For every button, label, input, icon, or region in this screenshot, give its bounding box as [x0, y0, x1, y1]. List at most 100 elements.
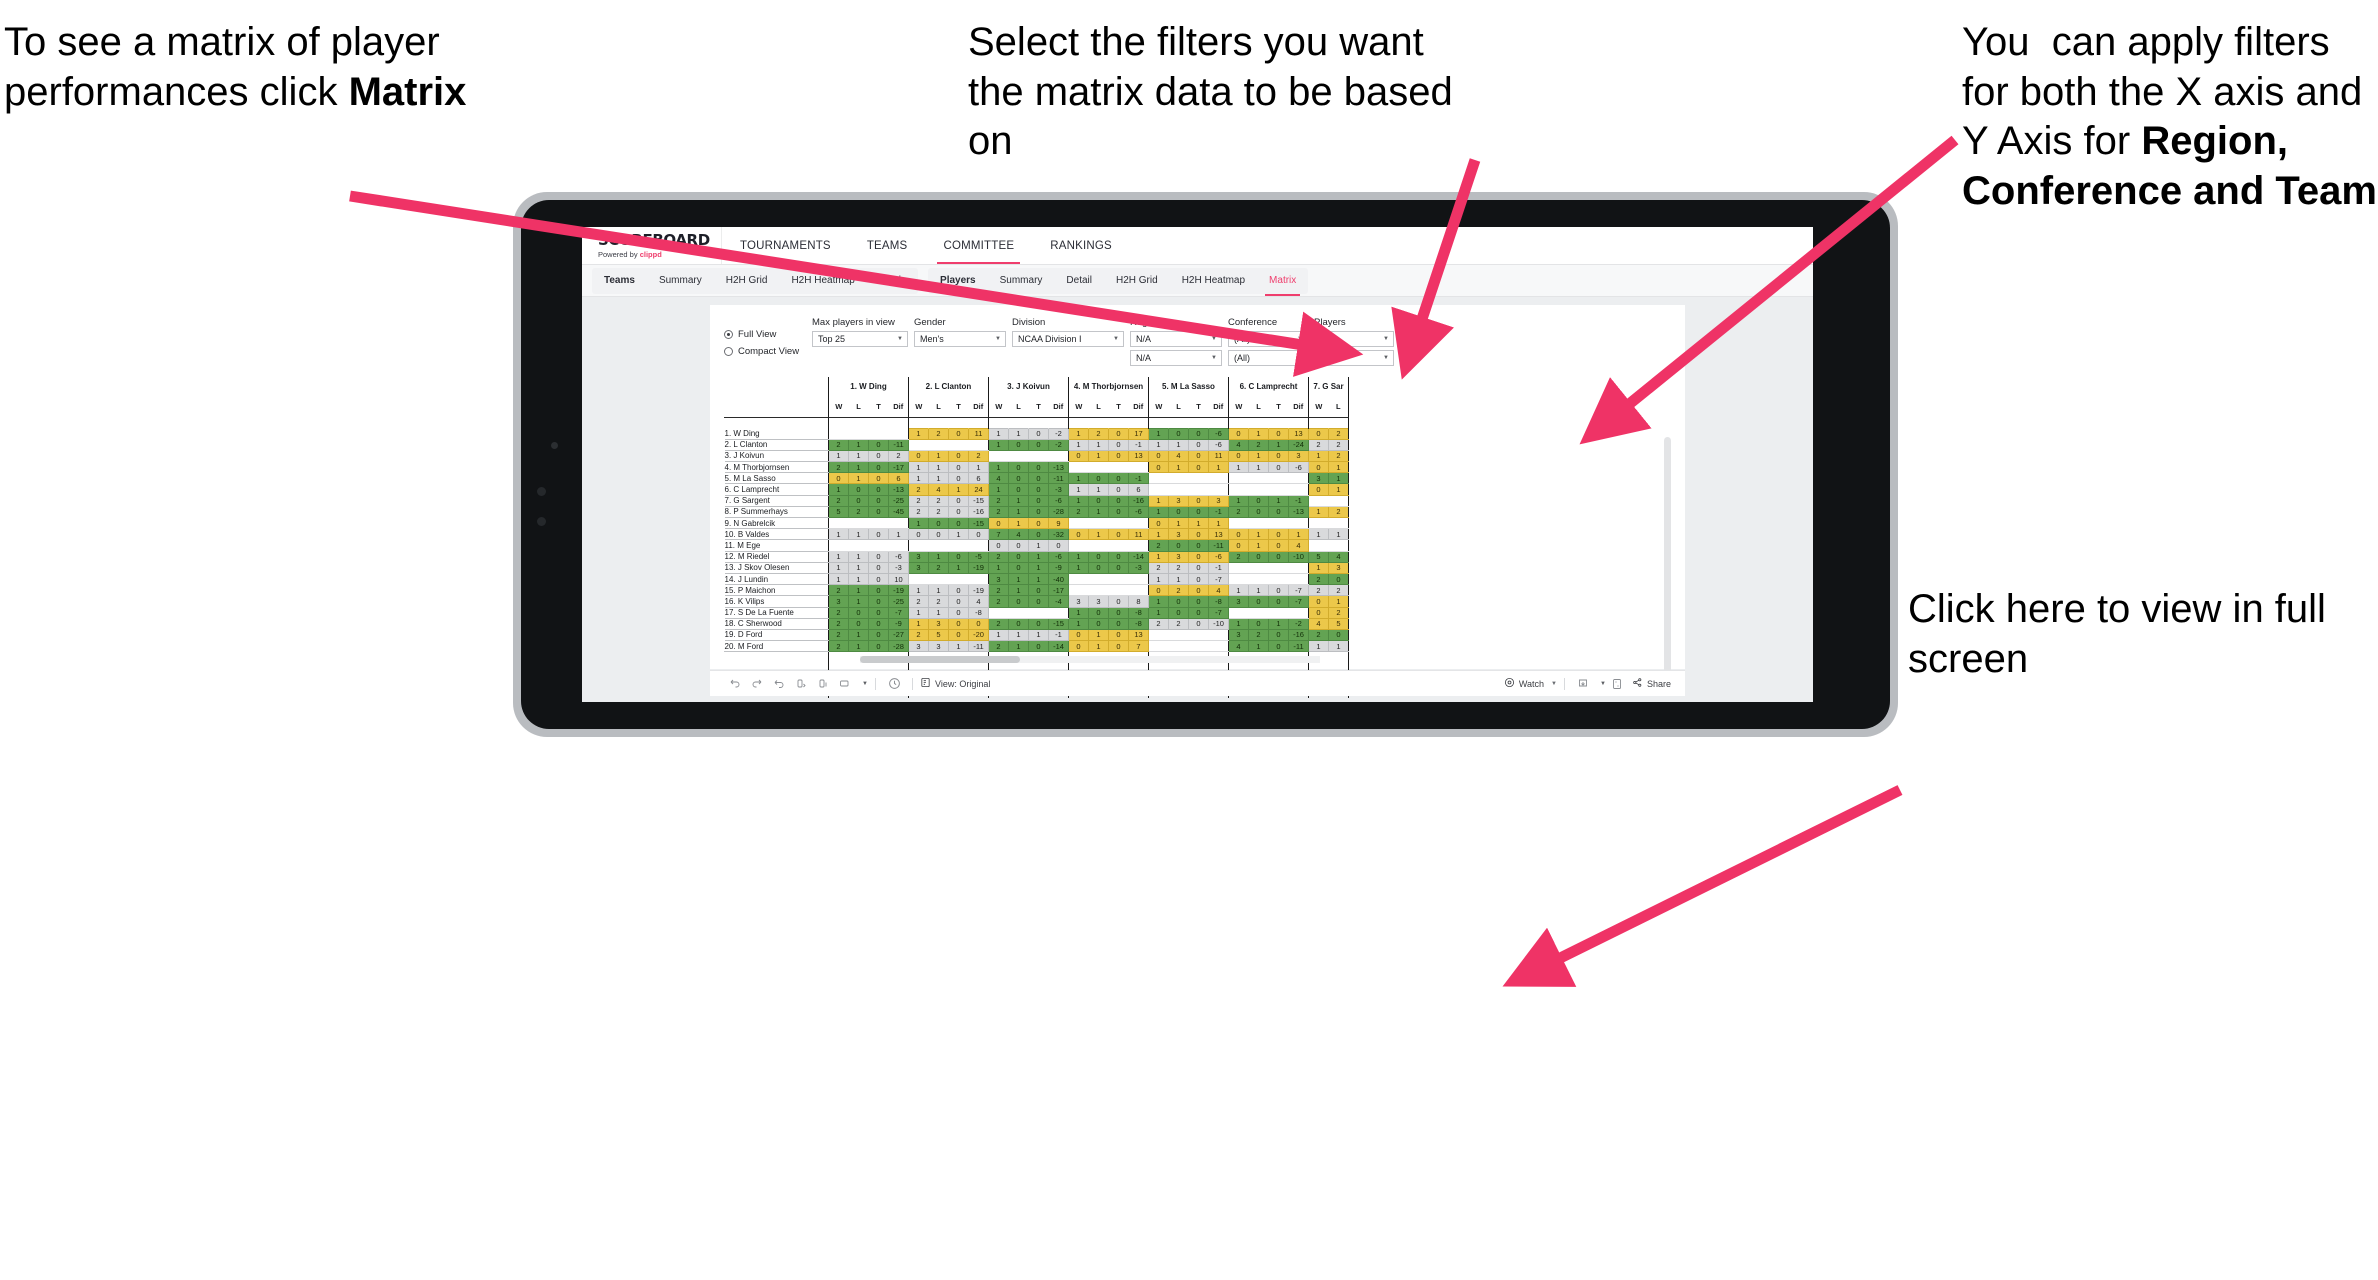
matrix-cell[interactable]: 2: [1328, 427, 1349, 440]
matrix-cell[interactable]: 2: [828, 461, 849, 474]
topnav-item-teams[interactable]: TEAMS: [849, 227, 926, 264]
matrix-cell[interactable]: -17: [888, 461, 909, 474]
matrix-cell[interactable]: 0: [1028, 584, 1049, 597]
matrix-cell[interactable]: -13: [1048, 461, 1069, 474]
matrix-cell[interactable]: 2: [1328, 584, 1349, 597]
matrix-cell[interactable]: 17: [1128, 427, 1149, 440]
matrix-row[interactable]: 6. C Lamprecht 1 0 0 -13 2 4 1 24 1 0 0 -3 1 1 0 6 0 1: [724, 483, 1349, 496]
matrix-cell[interactable]: 1: [1228, 584, 1249, 597]
matrix-cell[interactable]: [1288, 483, 1309, 496]
matrix-cell[interactable]: 0: [1188, 449, 1209, 463]
matrix-cell[interactable]: [1128, 539, 1149, 552]
matrix-cell[interactable]: 2: [1168, 561, 1189, 574]
matrix-cell[interactable]: 1: [1088, 528, 1109, 541]
matrix-cell[interactable]: 1: [848, 449, 869, 463]
matrix-cell[interactable]: 0: [1248, 550, 1269, 563]
matrix-cell[interactable]: 2: [928, 505, 949, 519]
subnav-teams-summary[interactable]: Summary: [647, 268, 714, 294]
matrix-cell[interactable]: 6: [1128, 483, 1149, 496]
matrix-cell[interactable]: 7: [988, 528, 1009, 541]
matrix-cell[interactable]: 0: [948, 461, 969, 474]
matrix-cell[interactable]: -2: [1048, 438, 1069, 451]
matrix-cell[interactable]: -7: [888, 606, 909, 619]
matrix-cell[interactable]: 0: [1088, 494, 1109, 507]
matrix-cell[interactable]: -8: [968, 606, 989, 619]
matrix-cell[interactable]: 2: [908, 505, 929, 519]
matrix-cell[interactable]: 1: [848, 461, 869, 474]
matrix-cell[interactable]: 0: [848, 494, 869, 507]
matrix-cell[interactable]: 0: [948, 628, 969, 642]
matrix-cell[interactable]: 9: [1048, 516, 1069, 530]
matrix-cell[interactable]: 0: [1188, 539, 1209, 552]
matrix-cell[interactable]: 0: [868, 561, 889, 574]
subnav-teams-matrix[interactable]: Matrix: [867, 268, 918, 294]
matrix-cell[interactable]: 0: [1028, 595, 1049, 608]
matrix-cell[interactable]: 0: [1108, 528, 1129, 541]
matrix-cell[interactable]: [1108, 461, 1129, 474]
matrix-cell[interactable]: 1: [848, 595, 869, 608]
matrix-cell[interactable]: 0: [1268, 427, 1289, 440]
matrix-cell[interactable]: -2: [1048, 427, 1069, 440]
matrix-cell[interactable]: 10: [888, 572, 909, 586]
matrix-cell[interactable]: -15: [1048, 617, 1069, 630]
matrix-cell[interactable]: -3: [1048, 483, 1069, 496]
matrix-cell[interactable]: 1: [1088, 483, 1109, 496]
matrix-cell[interactable]: 1: [1168, 438, 1189, 451]
matrix-cell[interactable]: [1208, 629, 1229, 642]
matrix-cell[interactable]: 1: [1328, 595, 1349, 608]
matrix-cell[interactable]: 0: [1188, 438, 1209, 451]
matrix-cell[interactable]: 0: [1248, 505, 1269, 519]
matrix-row[interactable]: 4. M Thorbjornsen 2 1 0 -17 1 1 0 1 1 0 0 -13 0 1 0 1 1 1 0…: [724, 461, 1349, 474]
matrix-cell[interactable]: 1: [928, 550, 949, 563]
matrix-cell[interactable]: 13: [1128, 628, 1149, 642]
matrix-cell[interactable]: [1328, 539, 1349, 552]
matrix-cell[interactable]: 1: [1228, 617, 1249, 630]
matrix-cell[interactable]: 2: [908, 483, 929, 496]
matrix-cell[interactable]: [1088, 461, 1109, 474]
matrix-cell[interactable]: 0: [948, 617, 969, 630]
matrix-cell[interactable]: 1: [1268, 617, 1289, 630]
matrix-cell[interactable]: -3: [888, 561, 909, 574]
matrix-cell[interactable]: 1: [1148, 427, 1169, 440]
full-screen-icon[interactable]: [1606, 673, 1628, 695]
matrix-cell[interactable]: 2: [1328, 438, 1349, 451]
matrix-cell[interactable]: 11: [1128, 528, 1149, 541]
matrix-cell[interactable]: [1168, 472, 1189, 485]
subnav-players-detail[interactable]: Detail: [1054, 268, 1104, 294]
matrix-cell[interactable]: 1: [1208, 516, 1229, 530]
app-logo[interactable]: SCOREBOARD Powered by clippd: [582, 227, 722, 264]
matrix-cell[interactable]: 1: [1248, 461, 1269, 474]
matrix-cell[interactable]: 0: [1008, 550, 1029, 563]
matrix-cell[interactable]: [1088, 573, 1109, 586]
matrix-cell[interactable]: 1: [1068, 550, 1089, 563]
matrix-cell[interactable]: [1048, 607, 1069, 619]
matrix-cell[interactable]: -15: [968, 494, 989, 507]
undo-icon[interactable]: [724, 673, 746, 695]
share-button[interactable]: Share: [1632, 677, 1671, 690]
subnav-players-h2h-heatmap[interactable]: H2H Heatmap: [1170, 268, 1257, 294]
matrix-cell[interactable]: 1: [1208, 461, 1229, 474]
matrix-cell[interactable]: [968, 539, 989, 552]
matrix-cell[interactable]: 0: [868, 640, 889, 653]
matrix-cell[interactable]: 0: [1188, 572, 1209, 586]
matrix-cell[interactable]: [1068, 517, 1089, 530]
matrix-cell[interactable]: [848, 517, 869, 530]
matrix-cell[interactable]: 0: [1228, 539, 1249, 552]
matrix-cell[interactable]: 2: [1308, 628, 1329, 642]
matrix-cell[interactable]: 0: [1188, 606, 1209, 619]
matrix-cell[interactable]: [1028, 607, 1049, 619]
matrix-cell[interactable]: 1: [1328, 472, 1349, 485]
matrix-cell[interactable]: 0: [868, 461, 889, 474]
matrix-cell[interactable]: 0: [1028, 483, 1049, 496]
matrix-cell[interactable]: [848, 428, 869, 440]
matrix-cell[interactable]: 7: [1128, 640, 1149, 653]
matrix-cell[interactable]: 3: [1088, 595, 1109, 608]
matrix-cell[interactable]: -6: [1288, 461, 1309, 474]
matrix-cell[interactable]: 4: [968, 595, 989, 608]
matrix-cell[interactable]: -28: [1048, 505, 1069, 519]
vertical-scrollbar[interactable]: [1664, 437, 1671, 691]
matrix-cell[interactable]: 0: [868, 606, 889, 619]
matrix-cell[interactable]: -6: [1208, 550, 1229, 563]
matrix-cell[interactable]: 0: [1108, 427, 1129, 440]
matrix-cell[interactable]: 0: [1228, 449, 1249, 463]
